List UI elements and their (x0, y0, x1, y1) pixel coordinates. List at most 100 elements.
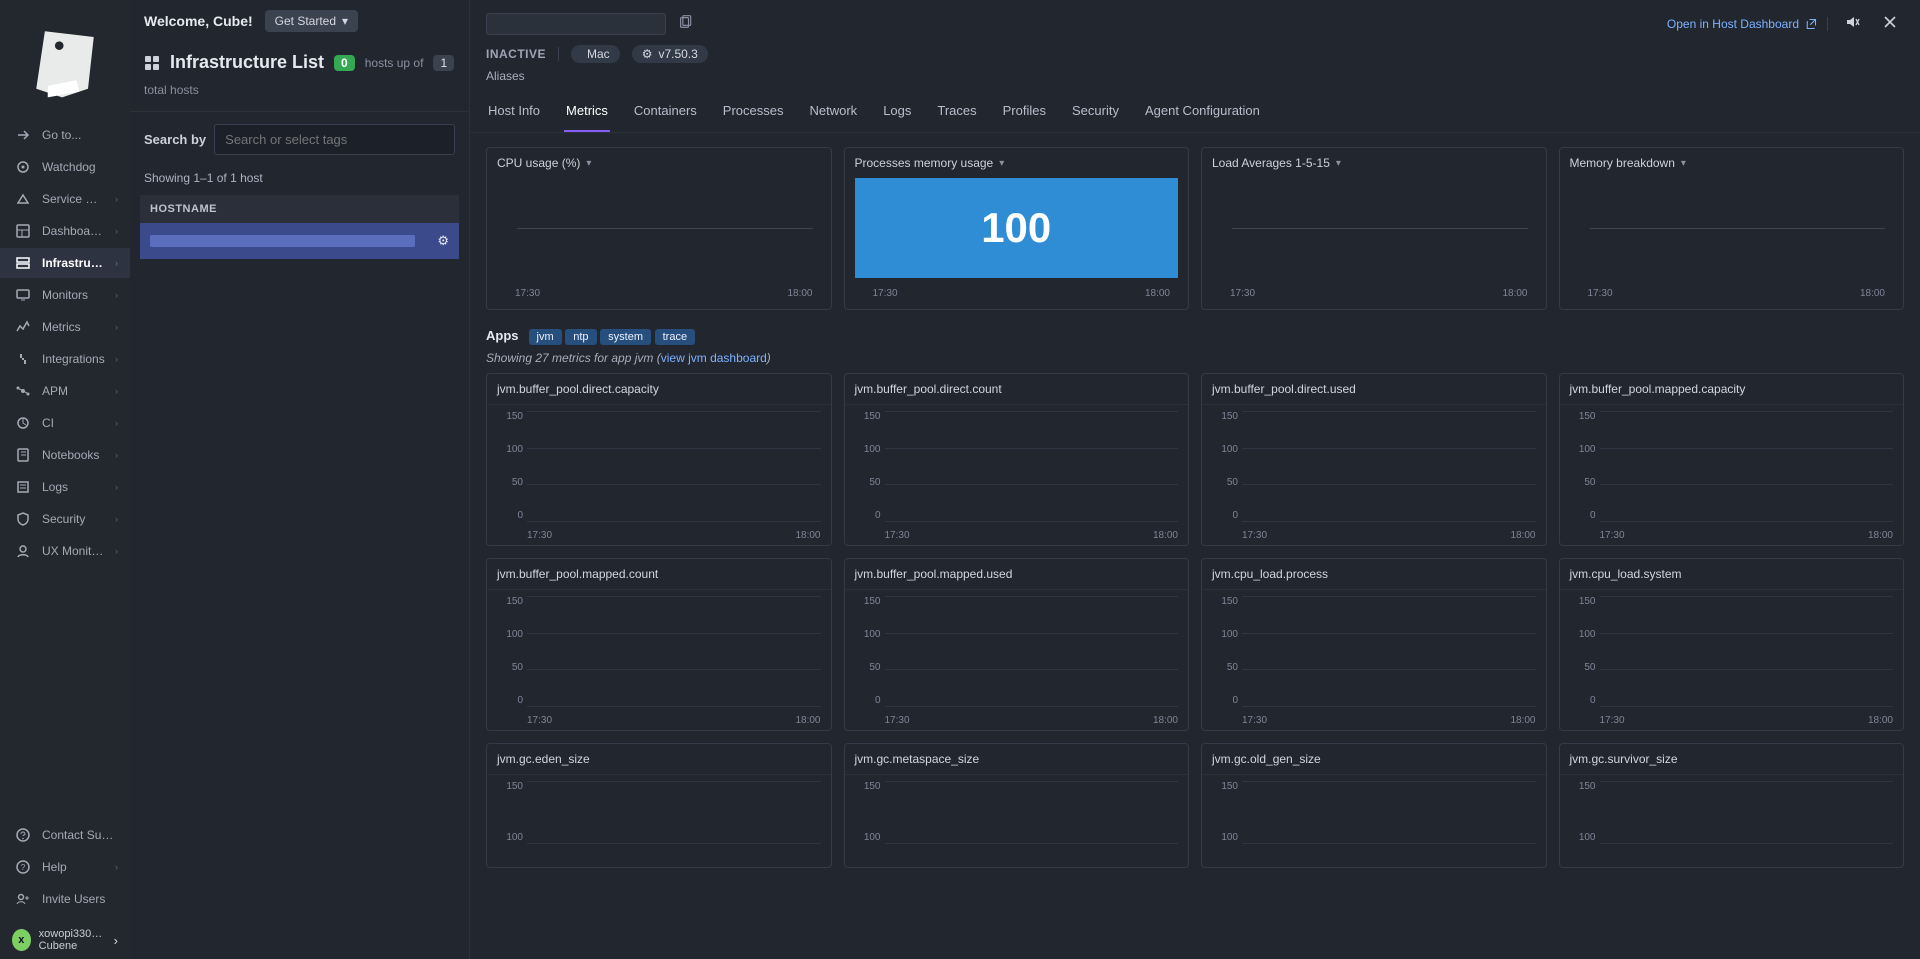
mute-button[interactable] (1838, 10, 1866, 37)
platform-pill: Mac (571, 45, 620, 63)
sidebar-item-dashboards[interactable]: Dashboards› (0, 216, 130, 246)
metric-chart: 15010050017:3018:00 (845, 590, 1189, 730)
sidebar-item-label: Metrics (42, 320, 105, 334)
metric-title: jvm.buffer_pool.mapped.capacity (1560, 374, 1904, 405)
tab-security[interactable]: Security (1070, 93, 1121, 132)
metrics-summary: Showing 27 metrics for app jvm (view jvm… (486, 351, 1904, 373)
chevron-right-icon: › (115, 354, 118, 364)
sidebar-item-ux-monitoring[interactable]: UX Monitoring› (0, 536, 130, 566)
hosts-icon (144, 55, 160, 71)
sidebar-item-monitors[interactable]: Monitors› (0, 280, 130, 310)
tab-network[interactable]: Network (808, 93, 860, 132)
sidebar-item-apm[interactable]: APM› (0, 376, 130, 406)
metric-title: jvm.gc.survivor_size (1560, 744, 1904, 775)
hostname-column-header[interactable]: HOSTNAME (140, 195, 459, 223)
chevron-down-icon[interactable]: ▾ (1681, 158, 1686, 169)
metric-chart: 15010050017:3018:00 (487, 405, 831, 545)
sidebar-item-label: Help (42, 860, 105, 874)
user-menu[interactable]: x xowopi3301@... Cubene › (0, 922, 130, 959)
app-chip-ntp[interactable]: ntp (565, 329, 596, 345)
open-in-dashboard-link[interactable]: Open in Host Dashboard (1667, 17, 1817, 31)
version-pill: ⚙ v7.50.3 (632, 45, 708, 63)
tab-metrics[interactable]: Metrics (564, 93, 610, 132)
mute-icon (1844, 14, 1860, 30)
tab-agent-configuration[interactable]: Agent Configuration (1143, 93, 1262, 132)
sidebar-item-service-mgmt[interactable]: Service Mgmt› (0, 184, 130, 214)
infrastructure-icon (14, 254, 32, 272)
tab-profiles[interactable]: Profiles (1001, 93, 1048, 132)
metric-title: jvm.gc.eden_size (487, 744, 831, 775)
chevron-right-icon: › (115, 258, 118, 268)
ci-icon (14, 414, 32, 432)
sidebar-item-label: APM (42, 384, 105, 398)
app-chip-trace[interactable]: trace (655, 329, 695, 345)
metric-chart: 150100 (487, 775, 831, 867)
app-chip-system[interactable]: system (600, 329, 651, 345)
sidebar-item-help[interactable]: ? Help › (0, 852, 130, 882)
chevron-right-icon: › (115, 514, 118, 524)
hosts-up-label: hosts up of (365, 56, 424, 70)
tab-traces[interactable]: Traces (935, 93, 978, 132)
metric-chart: 15010050017:3018:00 (1560, 405, 1904, 545)
monitors-icon (14, 286, 32, 304)
datadog-icon (19, 14, 111, 106)
metric-card: jvm.buffer_pool.direct.capacity150100500… (486, 373, 832, 546)
metric-chart: 15010050017:3018:00 (1202, 405, 1546, 545)
chevron-right-icon: › (114, 933, 118, 948)
sidebar-item-label: Security (42, 512, 105, 526)
search-input[interactable] (214, 124, 455, 155)
tab-processes[interactable]: Processes (721, 93, 786, 132)
app-chip-jvm[interactable]: jvm (529, 329, 562, 345)
sidebar-item-notebooks[interactable]: Notebooks› (0, 440, 130, 470)
tab-containers[interactable]: Containers (632, 93, 699, 132)
external-link-icon (1805, 18, 1817, 30)
chevron-down-icon[interactable]: ▾ (999, 158, 1004, 169)
sidebar-item-label: Logs (42, 480, 105, 494)
sidebar-item-label: Integrations (42, 352, 105, 366)
tab-logs[interactable]: Logs (881, 93, 913, 132)
summary-chart-2: Load Averages 1-5-15▾17:3018:00 (1201, 147, 1547, 310)
chart-title: CPU usage (%) (497, 156, 580, 170)
datadog-logo[interactable] (0, 0, 130, 120)
metric-title: jvm.buffer_pool.direct.count (845, 374, 1189, 405)
apm-icon (14, 382, 32, 400)
chart-title: Memory breakdown (1570, 156, 1675, 170)
sidebar-item-ci[interactable]: CI› (0, 408, 130, 438)
sidebar-item-invite-users[interactable]: Invite Users (0, 884, 130, 914)
summary-chart-0: CPU usage (%)▾17:3018:00 (486, 147, 832, 310)
chevron-down-icon[interactable]: ▾ (1336, 158, 1341, 169)
sidebar-item-label: Go to... (42, 128, 118, 142)
metric-title: jvm.buffer_pool.mapped.used (845, 559, 1189, 590)
logs-icon (14, 478, 32, 496)
chevron-down-icon[interactable]: ▾ (586, 158, 591, 169)
sidebar-item-contact-support[interactable]: Contact Support (0, 820, 130, 850)
sidebar-item-go-to-[interactable]: Go to... (0, 120, 130, 150)
security-icon (14, 510, 32, 528)
host-title (486, 13, 666, 35)
hosts-up-badge: 0 (334, 55, 355, 71)
help-icon: ? (14, 858, 32, 876)
welcome-text: Welcome, Cube! (144, 13, 253, 29)
tab-host-info[interactable]: Host Info (486, 93, 542, 132)
metric-title: jvm.buffer_pool.direct.used (1202, 374, 1546, 405)
copy-button[interactable] (676, 13, 694, 34)
sidebar-item-infrastructure[interactable]: Infrastructure› (0, 248, 130, 278)
get-started-button[interactable]: Get Started ▾ (265, 10, 358, 32)
sidebar-item-watchdog[interactable]: Watchdog (0, 152, 130, 182)
sidebar-item-metrics[interactable]: Metrics› (0, 312, 130, 342)
host-row[interactable]: ⚙ (140, 223, 459, 259)
search-label: Search by (144, 132, 206, 147)
metric-chart: 150100 (845, 775, 1189, 867)
arrow-right-icon (14, 126, 32, 144)
apps-label: Apps (486, 328, 519, 343)
chevron-right-icon: › (115, 226, 118, 236)
sidebar-item-logs[interactable]: Logs› (0, 472, 130, 502)
close-button[interactable] (1876, 10, 1904, 37)
sidebar-item-security[interactable]: Security › (0, 504, 130, 534)
sidebar-item-integrations[interactable]: Integrations › (0, 344, 130, 374)
metric-card: jvm.gc.metaspace_size150100 (844, 743, 1190, 868)
chevron-right-icon: › (115, 862, 118, 872)
integrations-icon (14, 350, 32, 368)
metric-card: jvm.buffer_pool.direct.used15010050017:3… (1201, 373, 1547, 546)
view-dashboard-link[interactable]: view jvm dashboard (661, 351, 767, 365)
